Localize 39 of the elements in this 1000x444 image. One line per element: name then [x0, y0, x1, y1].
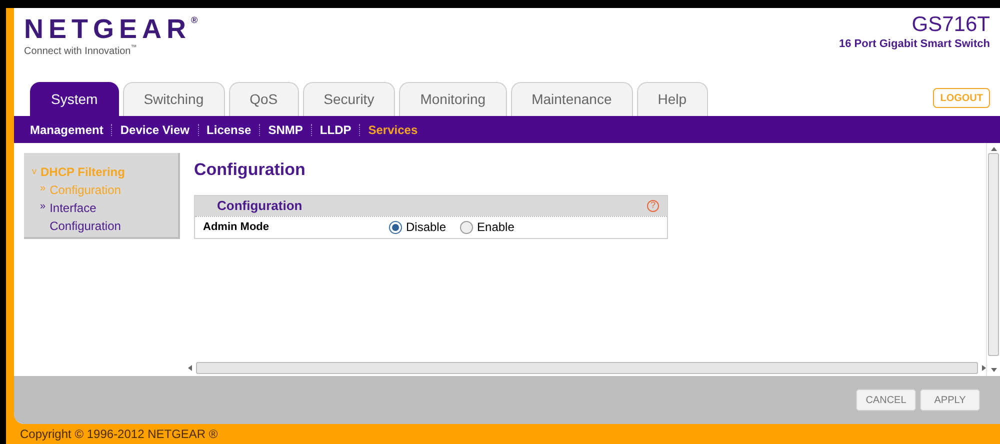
nav-tab[interactable]: Maintenance [510, 82, 633, 116]
model-name: GS716T [912, 14, 990, 36]
bullet-icon: » [40, 181, 46, 199]
bullet-icon: » [40, 199, 46, 235]
scroll-left-icon[interactable] [188, 365, 192, 371]
page-title: Configuration [194, 159, 306, 181]
radio-button[interactable] [460, 220, 474, 234]
scroll-thumb[interactable] [988, 153, 999, 356]
scroll-down-icon[interactable] [990, 368, 996, 372]
nav-tab[interactable]: QoS [228, 82, 299, 116]
field-label: Admin Mode [203, 220, 270, 235]
radio-label: Disable [406, 219, 446, 236]
expand-icon: v [32, 165, 36, 179]
logo: NETGEAR [24, 14, 192, 44]
sidebar-item[interactable]: Interface Configuration [50, 199, 140, 235]
radio-label: Enable [477, 219, 514, 236]
model-description: 16 Port Gigabit Smart Switch [839, 37, 990, 52]
subnav-link[interactable]: Device View [120, 120, 190, 138]
subnav-link[interactable]: SNMP [268, 120, 303, 138]
action-button[interactable]: APPLY [920, 389, 980, 411]
subnav-link[interactable]: License [206, 120, 252, 138]
nav-tab[interactable]: Help [636, 82, 708, 116]
vertical-scrollbar[interactable] [986, 143, 1000, 376]
nav-tab[interactable]: Switching [122, 82, 225, 116]
subnav-link[interactable]: LLDP [320, 120, 352, 138]
radio-button[interactable] [389, 220, 402, 234]
nav-tab[interactable]: System [30, 82, 119, 116]
registered-mark: ® [191, 14, 198, 27]
subnav-link[interactable]: Services [368, 120, 418, 138]
copyright-text: Copyright © 1996-2012 NETGEAR ® [20, 426, 218, 443]
nav-tab[interactable]: Monitoring [399, 82, 507, 116]
scroll-right-icon[interactable] [982, 365, 986, 371]
scroll-thumb[interactable] [196, 362, 978, 374]
horizontal-scrollbar[interactable] [188, 360, 986, 376]
action-button[interactable]: CANCEL [856, 389, 916, 411]
subnav-link[interactable]: Management [30, 120, 104, 138]
nav-tab[interactable]: Security [302, 82, 396, 116]
panel-title: Configuration [216, 196, 302, 215]
tagline: Connect with Innovation [24, 45, 131, 59]
